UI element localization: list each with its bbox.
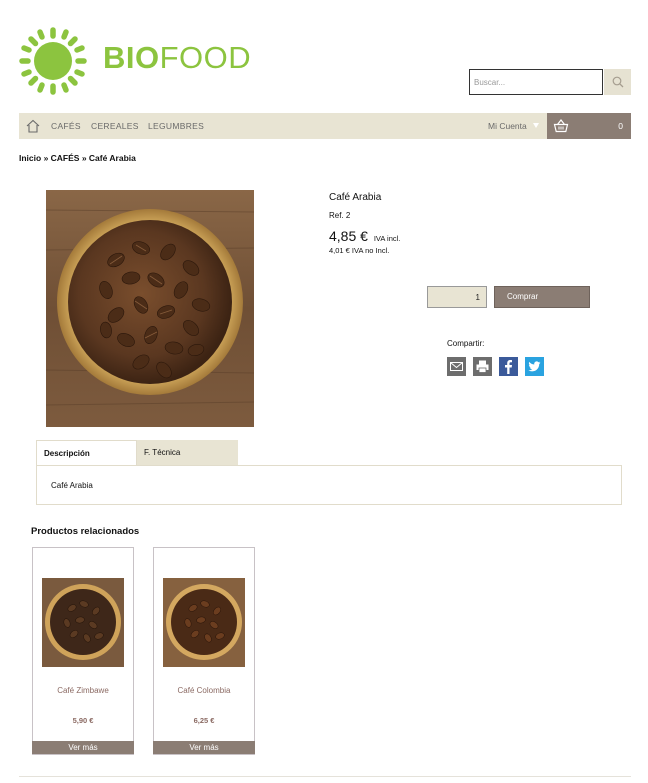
search-button[interactable]: [604, 69, 631, 95]
facebook-icon[interactable]: [499, 357, 518, 376]
cart-count: 0: [618, 121, 623, 131]
quantity-input[interactable]: [427, 286, 487, 308]
logo-bold-text: BIO: [103, 40, 160, 75]
product-thumbnail: [42, 578, 124, 667]
nav-item-legumbres[interactable]: LEGUMBRES: [148, 113, 204, 139]
chevron-down-icon: [533, 123, 539, 128]
cart-button[interactable]: 0: [547, 113, 631, 139]
description-text: Café Arabia: [51, 481, 93, 490]
breadcrumb-home[interactable]: Inicio: [19, 153, 41, 163]
related-product-price: 5,90 €: [72, 716, 94, 725]
nav-item-cafes[interactable]: CAFÉS: [51, 113, 81, 139]
related-product-price: 6,25 €: [193, 716, 215, 725]
product-ref: Ref. 2: [329, 211, 351, 220]
related-title: Productos relacionados: [31, 526, 140, 537]
tab-ficha-tecnica[interactable]: F. Técnica: [137, 440, 238, 465]
twitter-icon[interactable]: [525, 357, 544, 376]
home-icon[interactable]: [25, 118, 41, 134]
sun-logo-icon: [19, 27, 87, 95]
print-icon[interactable]: [473, 357, 492, 376]
price-value: 4,85 €: [329, 228, 368, 244]
tab-descripcion[interactable]: Descripción: [36, 440, 137, 465]
search-icon: [612, 76, 623, 88]
breadcrumb: Inicio » CAFÉS » Café Arabia: [19, 153, 136, 163]
ver-mas-button[interactable]: Ver más: [32, 741, 134, 754]
price-no-vat: 4,01 € IVA no Incl.: [329, 246, 390, 255]
account-menu[interactable]: Mi Cuenta: [488, 113, 527, 139]
related-product-name[interactable]: Café Zimbawe: [33, 686, 133, 695]
brand-logo[interactable]: BIOFOOD: [103, 42, 251, 73]
product-image: [46, 190, 254, 427]
product-thumbnail: [163, 578, 245, 667]
logo-light-text: FOOD: [159, 40, 252, 75]
email-icon[interactable]: [447, 357, 466, 376]
footer-divider: [19, 776, 631, 777]
share-label: Compartir:: [447, 339, 485, 348]
ver-mas-button[interactable]: Ver más: [153, 741, 255, 754]
breadcrumb-category[interactable]: CAFÉS: [51, 153, 80, 163]
main-nav: CAFÉS CEREALES LEGUMBRES Mi Cuenta 0: [19, 113, 631, 139]
related-product-name[interactable]: Café Colombia: [154, 686, 254, 695]
breadcrumb-current: Café Arabia: [88, 153, 136, 163]
tab-panel: Café Arabia: [36, 465, 622, 505]
search-input[interactable]: [469, 69, 603, 95]
nav-item-cereales[interactable]: CEREALES: [91, 113, 139, 139]
basket-icon: [553, 119, 569, 133]
product-price: 4,85 € IVA incl.: [329, 228, 400, 244]
price-vat-label: IVA incl.: [373, 234, 401, 243]
related-product-card[interactable]: Café Zimbawe 5,90 € Ver más: [32, 547, 134, 755]
product-name: Café Arabia: [329, 192, 382, 203]
buy-button[interactable]: Comprar: [494, 286, 590, 308]
related-product-card[interactable]: Café Colombia 6,25 € Ver más: [153, 547, 255, 755]
